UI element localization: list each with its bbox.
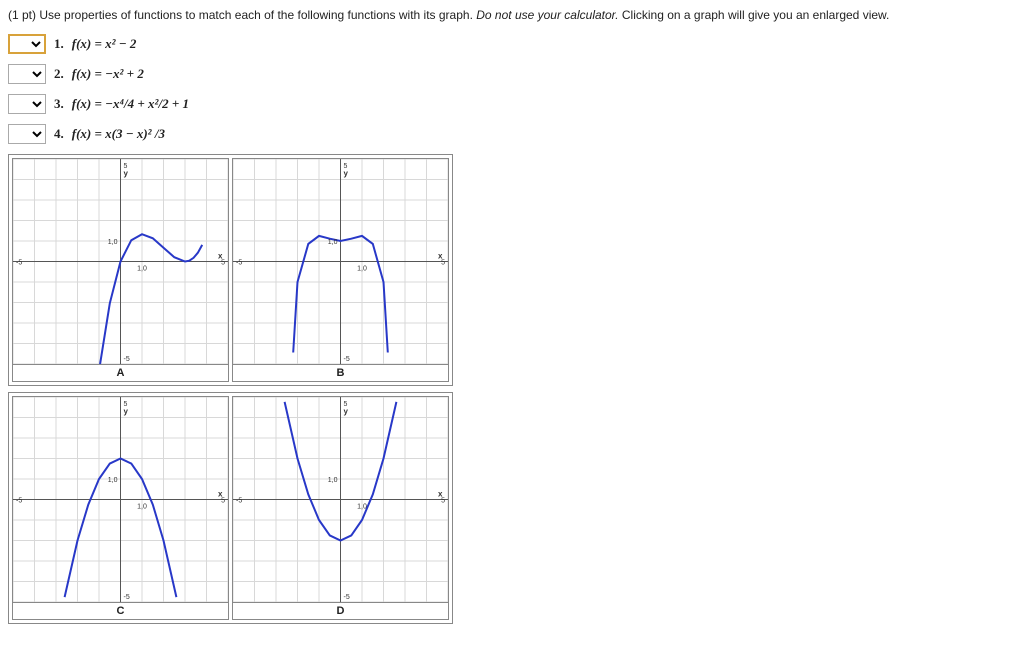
svg-text:x: x: [438, 490, 443, 499]
svg-text:-5: -5: [344, 594, 350, 601]
instr-pre: (1 pt) Use properties of functions to ma…: [8, 8, 476, 22]
function-row-4: 4. f(x) = x(3 − x)² /3: [8, 124, 1016, 144]
svg-text:1,0: 1,0: [108, 239, 118, 246]
function-expression: f(x) = x(3 − x)² /3: [72, 126, 165, 142]
function-number: 3.: [54, 96, 64, 112]
answer-select-3[interactable]: [8, 94, 46, 114]
svg-text:5: 5: [221, 260, 225, 267]
svg-text:y: y: [124, 407, 129, 416]
instr-post: Clicking on a graph will give you an enl…: [619, 8, 890, 22]
svg-text:5: 5: [441, 260, 445, 267]
svg-text:y: y: [124, 169, 129, 178]
svg-text:x: x: [438, 252, 443, 261]
function-expression: f(x) = x² − 2: [72, 36, 137, 52]
svg-text:y: y: [344, 169, 349, 178]
function-number: 2.: [54, 66, 64, 82]
svg-text:-5: -5: [16, 498, 22, 505]
graph-D[interactable]: -555-5xy1,01,0: [232, 396, 449, 603]
answer-select-1[interactable]: [8, 34, 46, 54]
svg-text:1,0: 1,0: [328, 239, 338, 246]
function-number: 1.: [54, 36, 64, 52]
svg-text:1,0: 1,0: [137, 504, 147, 511]
graphs-row-1: -555-5xy1,01,0 A -555-5xy1,01,0 B: [8, 154, 453, 386]
svg-text:x: x: [218, 252, 223, 261]
graph-C[interactable]: -555-5xy1,01,0: [12, 396, 229, 603]
svg-text:1,0: 1,0: [108, 477, 118, 484]
svg-text:-5: -5: [236, 498, 242, 505]
svg-text:1,0: 1,0: [357, 504, 367, 511]
svg-text:-5: -5: [236, 260, 242, 267]
svg-text:1,0: 1,0: [357, 266, 367, 273]
function-expression: f(x) = −x⁴/4 + x²/2 + 1: [72, 96, 189, 112]
graph-label-D: D: [232, 603, 449, 620]
function-row-2: 2. f(x) = −x² + 2: [8, 64, 1016, 84]
function-number: 4.: [54, 126, 64, 142]
graph-cell-A: -555-5xy1,01,0 A: [12, 158, 229, 382]
graphs-area: -555-5xy1,01,0 A -555-5xy1,01,0 B -555-5…: [8, 154, 1016, 630]
svg-text:-5: -5: [124, 356, 130, 363]
svg-text:-5: -5: [344, 356, 350, 363]
graph-label-C: C: [12, 603, 229, 620]
svg-text:y: y: [344, 407, 349, 416]
svg-text:5: 5: [221, 498, 225, 505]
graph-B[interactable]: -555-5xy1,01,0: [232, 158, 449, 365]
graph-cell-B: -555-5xy1,01,0 B: [232, 158, 449, 382]
function-row-3: 3. f(x) = −x⁴/4 + x²/2 + 1: [8, 94, 1016, 114]
function-expression: f(x) = −x² + 2: [72, 66, 144, 82]
graph-label-B: B: [232, 365, 449, 382]
answer-select-4[interactable]: [8, 124, 46, 144]
svg-text:-5: -5: [16, 260, 22, 267]
svg-text:1,0: 1,0: [328, 477, 338, 484]
graph-cell-C: -555-5xy1,01,0 C: [12, 396, 229, 620]
function-list: 1. f(x) = x² − 2 2. f(x) = −x² + 2 3. f(x) = …: [8, 34, 1016, 144]
function-row-1: 1. f(x) = x² − 2: [8, 34, 1016, 54]
svg-text:1,0: 1,0: [137, 266, 147, 273]
graphs-row-2: -555-5xy1,01,0 C -555-5xy1,01,0 D: [8, 392, 453, 624]
svg-text:x: x: [218, 490, 223, 499]
svg-text:5: 5: [441, 498, 445, 505]
graph-label-A: A: [12, 365, 229, 382]
graph-A[interactable]: -555-5xy1,01,0: [12, 158, 229, 365]
instr-em: Do not use your calculator.: [476, 8, 618, 22]
svg-text:-5: -5: [124, 594, 130, 601]
answer-select-2[interactable]: [8, 64, 46, 84]
instructions: (1 pt) Use properties of functions to ma…: [8, 8, 1016, 22]
graph-cell-D: -555-5xy1,01,0 D: [232, 396, 449, 620]
